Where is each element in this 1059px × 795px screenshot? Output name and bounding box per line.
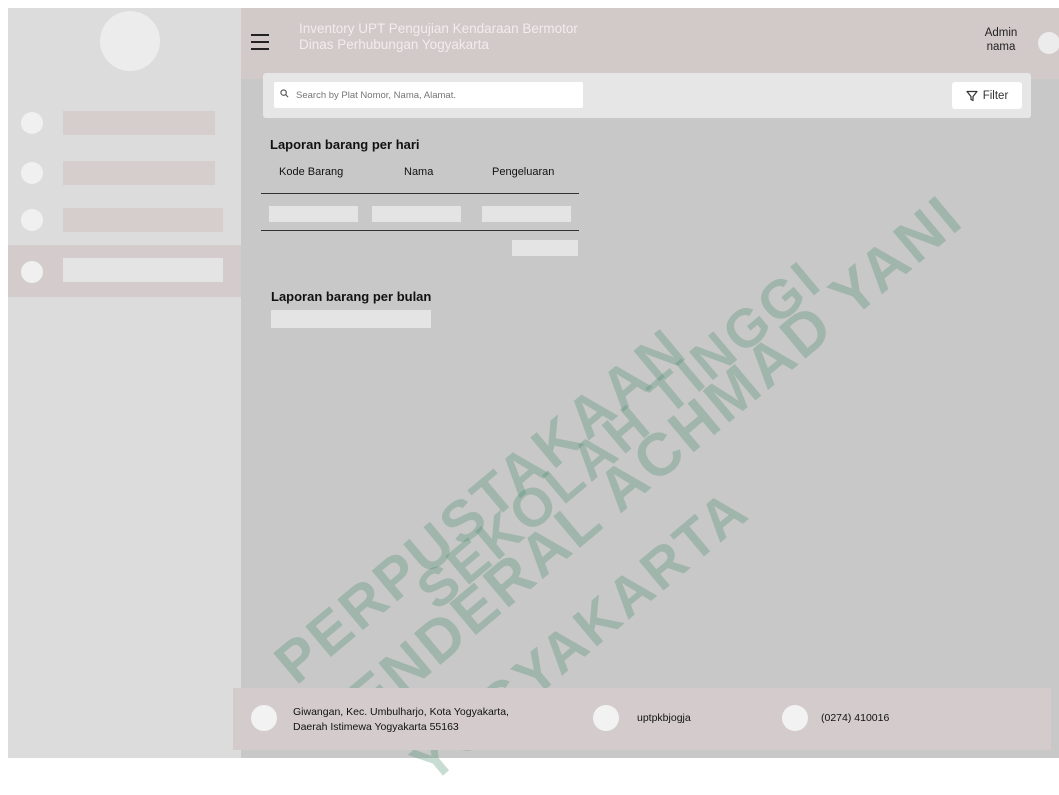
table-cell-placeholder [482,206,571,222]
app-title-line1: Inventory UPT Pengujian Kendaraan Bermot… [299,21,578,36]
footer: Giwangan, Kec. Umbulharjo, Kota Yogyakar… [233,688,1051,750]
daily-report-title: Laporan barang per hari [270,137,420,152]
table-total-placeholder [512,240,578,256]
app-title: Inventory UPT Pengujian Kendaraan Bermot… [299,21,578,53]
sidebar-item-label [63,111,215,135]
search-bar: Filter [263,73,1031,118]
sidebar-item-icon [21,112,43,134]
sidebar-item-icon [21,261,43,283]
filter-button[interactable]: Filter [952,82,1022,109]
footer-social[interactable]: uptpkbjogja [637,711,691,726]
footer-phone[interactable]: (0274) 410016 [821,711,889,726]
hamburger-icon[interactable] [251,34,269,50]
instagram-icon [593,705,619,731]
sidebar-avatar [100,11,160,71]
sidebar-item-4-active[interactable] [8,245,241,297]
table-footer-divider [261,230,579,231]
sidebar-item-1[interactable] [8,101,241,145]
monthly-report-placeholder [271,310,431,328]
filter-label: Filter [982,89,1009,102]
user-role: Admin [984,27,1018,39]
table-cell-placeholder [372,206,461,222]
sidebar-item-label [63,161,215,185]
column-header-kode-barang: Kode Barang [279,166,344,178]
sidebar-item-3[interactable] [8,198,241,242]
table-cell-placeholder [269,206,358,222]
search-icon [280,89,289,98]
address-line2: Daerah Istimewa Yogyakarta 55163 [293,721,459,733]
address-line1: Giwangan, Kec. Umbulharjo, Kota Yogyakar… [293,706,509,718]
sidebar [8,8,241,758]
monthly-report-title: Laporan barang per bulan [271,289,432,304]
location-icon [251,705,277,731]
sidebar-item-label [63,258,223,282]
phone-icon [782,705,808,731]
search-input[interactable] [274,82,583,108]
user-name: nama [986,41,1016,53]
table-header-divider [261,193,579,194]
user-avatar[interactable] [1038,32,1059,54]
top-header: Inventory UPT Pengujian Kendaraan Bermot… [241,8,1059,79]
user-info: Admin nama [971,26,1031,54]
footer-address: Giwangan, Kec. Umbulharjo, Kota Yogyakar… [293,705,509,735]
column-header-pengeluaran: Pengeluaran [492,166,555,178]
sidebar-item-2[interactable] [8,151,241,195]
sidebar-item-icon [21,162,43,184]
sidebar-item-icon [21,209,43,231]
column-header-nama: Nama [404,166,434,178]
sidebar-item-label [63,208,223,232]
app-title-line2: Dinas Perhubungan Yogyakarta [299,37,489,52]
filter-icon [966,90,978,101]
